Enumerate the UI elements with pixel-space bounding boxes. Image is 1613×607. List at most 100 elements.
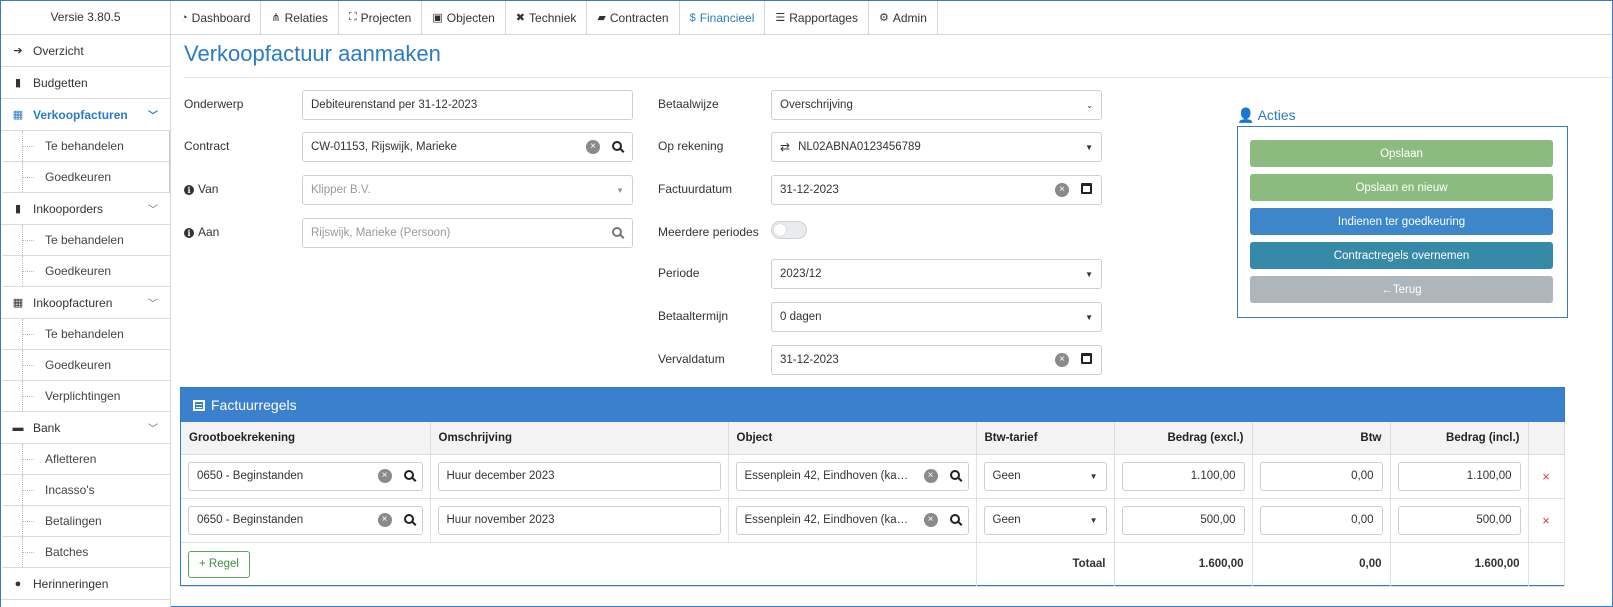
nav-projecten[interactable]: ⛶ Projecten — [339, 1, 423, 34]
sidebar-item-budgetten[interactable]: ▮ Budgetten — [1, 67, 170, 99]
contract-field[interactable]: CW-01153, Rijswijk, Marieke × — [302, 132, 633, 162]
omschrijving-value: Huur december 2023 — [446, 470, 555, 482]
tools-icon: ✖ — [515, 12, 526, 24]
sidebar-subitem-te-behandelen[interactable]: Te behandelen — [1, 225, 170, 256]
btw-value: 0,00 — [1351, 470, 1374, 482]
add-regel-button[interactable]: + Regel — [188, 550, 250, 578]
nav-techniek[interactable]: ✖ Techniek — [506, 1, 588, 34]
factuurdatum-input[interactable]: 31-12-2023 × — [771, 175, 1102, 205]
delete-row-icon[interactable]: × — [1528, 454, 1565, 499]
nav-dashboard[interactable]: ◔ Dashboard — [171, 1, 262, 34]
clear-icon[interactable]: × — [1055, 353, 1069, 367]
nav-objecten[interactable]: ▣ Objecten — [422, 1, 506, 34]
aan-field: Rijswijk, Marieke (Persoon) — [302, 218, 633, 248]
btw-tarief-select[interactable]: Geen ▼ — [983, 461, 1107, 491]
sidebar-item-label: Bank — [33, 420, 61, 435]
acties-title: 👤 Acties — [1237, 107, 1296, 124]
oprekening-value: NL02ABNA0123456789 — [798, 141, 921, 153]
meerdere-periodes-toggle[interactable] — [771, 221, 807, 239]
sidebar-item-verkoopfacturen[interactable]: ▦ Verkoopfacturen ﹀ — [1, 99, 170, 131]
periode-select[interactable]: 2023/12 ▼ — [771, 259, 1102, 289]
nav-label: Admin — [892, 10, 927, 25]
plus-icon: + — [199, 558, 209, 570]
gear-icon: ⚙ — [878, 12, 889, 24]
omschrijving-input[interactable]: Huur november 2023 — [437, 505, 721, 535]
omschrijving-value: Huur november 2023 — [446, 514, 555, 526]
bedrag-incl-input[interactable]: 500,00 — [1397, 505, 1521, 535]
nav-admin[interactable]: ⚙ Admin — [869, 1, 938, 34]
nav-label: Rapportages — [789, 10, 858, 25]
info-icon: i — [184, 228, 194, 238]
col-grootboekrekening: Grootboekrekening — [181, 422, 431, 455]
clear-icon[interactable]: × — [923, 513, 938, 527]
opslaan-button[interactable]: Opslaan — [1250, 140, 1553, 167]
sidebar-subitem-afletteren[interactable]: Afletteren — [1, 444, 170, 475]
sidebar: Versie 3.80.5 ➔ Overzicht ▮ Budgetten ▦ … — [1, 1, 171, 607]
sidebar-subitem-goedkeuren[interactable]: Goedkeuren — [1, 350, 170, 381]
sitemap-icon: ⋔ — [271, 12, 281, 24]
object-field[interactable]: Essenplein 42, Eindhoven (kamer 3) × — [735, 461, 969, 491]
sidebar-item-inkooporders[interactable]: ▮ Inkooporders ﹀ — [1, 193, 170, 225]
sidebar-subitem-incassos[interactable]: Incasso's — [1, 475, 170, 506]
nav-label: Projecten — [360, 10, 412, 25]
calendar-icon[interactable] — [1079, 183, 1093, 197]
opslaan-en-nieuw-button[interactable]: Opslaan en nieuw — [1250, 174, 1553, 201]
grootboek-field[interactable]: 0650 - Beginstanden × — [188, 461, 423, 491]
omschrijving-input[interactable]: Huur december 2023 — [437, 461, 721, 491]
nav-financieel[interactable]: $ Financieel — [680, 1, 766, 34]
sidebar-item-herinneringen[interactable]: ● Herinneringen — [1, 568, 170, 600]
clear-icon[interactable]: × — [377, 469, 392, 483]
clear-icon[interactable]: × — [923, 469, 938, 483]
bedrag-excl-input[interactable]: 500,00 — [1121, 505, 1245, 535]
vervaldatum-input[interactable]: 31-12-2023 × — [771, 345, 1102, 375]
terug-button[interactable]: ← Terug — [1250, 276, 1553, 303]
object-value: Essenplein 42, Eindhoven (kamer 3) — [744, 514, 918, 526]
sidebar-item-inkoopfacturen[interactable]: ▦ Inkoopfacturen ﹀ — [1, 287, 170, 319]
betaalwijze-select[interactable]: Overschrijving ⌄ — [771, 90, 1102, 120]
caret-down-icon: ▼ — [1085, 142, 1093, 152]
file-icon: ▮ — [14, 77, 22, 89]
totals-row: + Regel Totaal 1.600,00 0,00 1.600,00 — [181, 542, 1565, 587]
clear-icon[interactable]: × — [586, 140, 600, 154]
sidebar-subitem-te-behandelen[interactable]: Te behandelen — [1, 131, 170, 162]
search-icon[interactable] — [403, 513, 414, 527]
bedrag-excl-input[interactable]: 1.100,00 — [1121, 461, 1245, 491]
clear-icon[interactable]: × — [377, 513, 392, 527]
clear-icon[interactable]: × — [1055, 183, 1069, 197]
oprekening-select[interactable]: ⇄ NL02ABNA0123456789 ▼ — [771, 132, 1102, 162]
calendar-icon[interactable] — [1079, 353, 1093, 367]
btw-tarief-select[interactable]: Geen ▼ — [983, 505, 1107, 535]
sidebar-subitem-betalingen[interactable]: Betalingen — [1, 506, 170, 537]
terug-label: Terug — [1392, 283, 1422, 296]
nav-rapportages[interactable]: ☰ Rapportages — [765, 1, 869, 34]
sidebar-subitem-batches[interactable]: Batches — [1, 537, 170, 568]
nav-label: Dashboard — [191, 10, 251, 25]
sidebar-subitem-goedkeuren[interactable]: Goedkeuren — [1, 256, 170, 287]
btw-input[interactable]: 0,00 — [1259, 461, 1383, 491]
sidebar-subitem-goedkeuren[interactable]: Goedkeuren — [1, 162, 170, 193]
periode-value: 2023/12 — [780, 268, 822, 280]
chevron-down-icon: ﹀ — [148, 111, 158, 122]
indienen-button[interactable]: Indienen ter goedkeuring — [1250, 208, 1553, 235]
search-icon[interactable] — [949, 469, 960, 483]
delete-row-icon[interactable]: × — [1528, 498, 1565, 543]
btw-input[interactable]: 0,00 — [1259, 505, 1383, 535]
search-icon[interactable] — [610, 140, 624, 154]
contractregels-overnemen-button[interactable]: Contractregels overnemen — [1250, 242, 1553, 269]
betaaltermijn-select[interactable]: 0 dagen ▼ — [771, 302, 1102, 332]
bedrag-incl-value: 500,00 — [1476, 514, 1512, 526]
onderwerp-input[interactable]: Debiteurenstand per 31-12-2023 — [302, 90, 633, 120]
sidebar-subitem-te-behandelen[interactable]: Te behandelen — [1, 319, 170, 350]
bedrag-incl-input[interactable]: 1.100,00 — [1397, 461, 1521, 491]
sidebar-item-overzicht[interactable]: ➔ Overzicht — [1, 35, 170, 67]
nav-contracten[interactable]: ▰ Contracten — [587, 1, 680, 34]
object-field[interactable]: Essenplein 42, Eindhoven (kamer 3) × — [735, 505, 969, 535]
sidebar-subitem-verplichtingen[interactable]: Verplichtingen — [1, 381, 170, 412]
search-icon[interactable] — [403, 469, 414, 483]
grootboek-field[interactable]: 0650 - Beginstanden × — [188, 505, 423, 535]
dashboard-icon: ◔ — [181, 11, 188, 24]
sidebar-item-bank[interactable]: ▬ Bank ﹀ — [1, 412, 170, 444]
nav-relaties[interactable]: ⋔ Relaties — [261, 1, 339, 34]
search-icon[interactable] — [949, 513, 960, 527]
onderwerp-label: Onderwerp — [184, 97, 244, 111]
